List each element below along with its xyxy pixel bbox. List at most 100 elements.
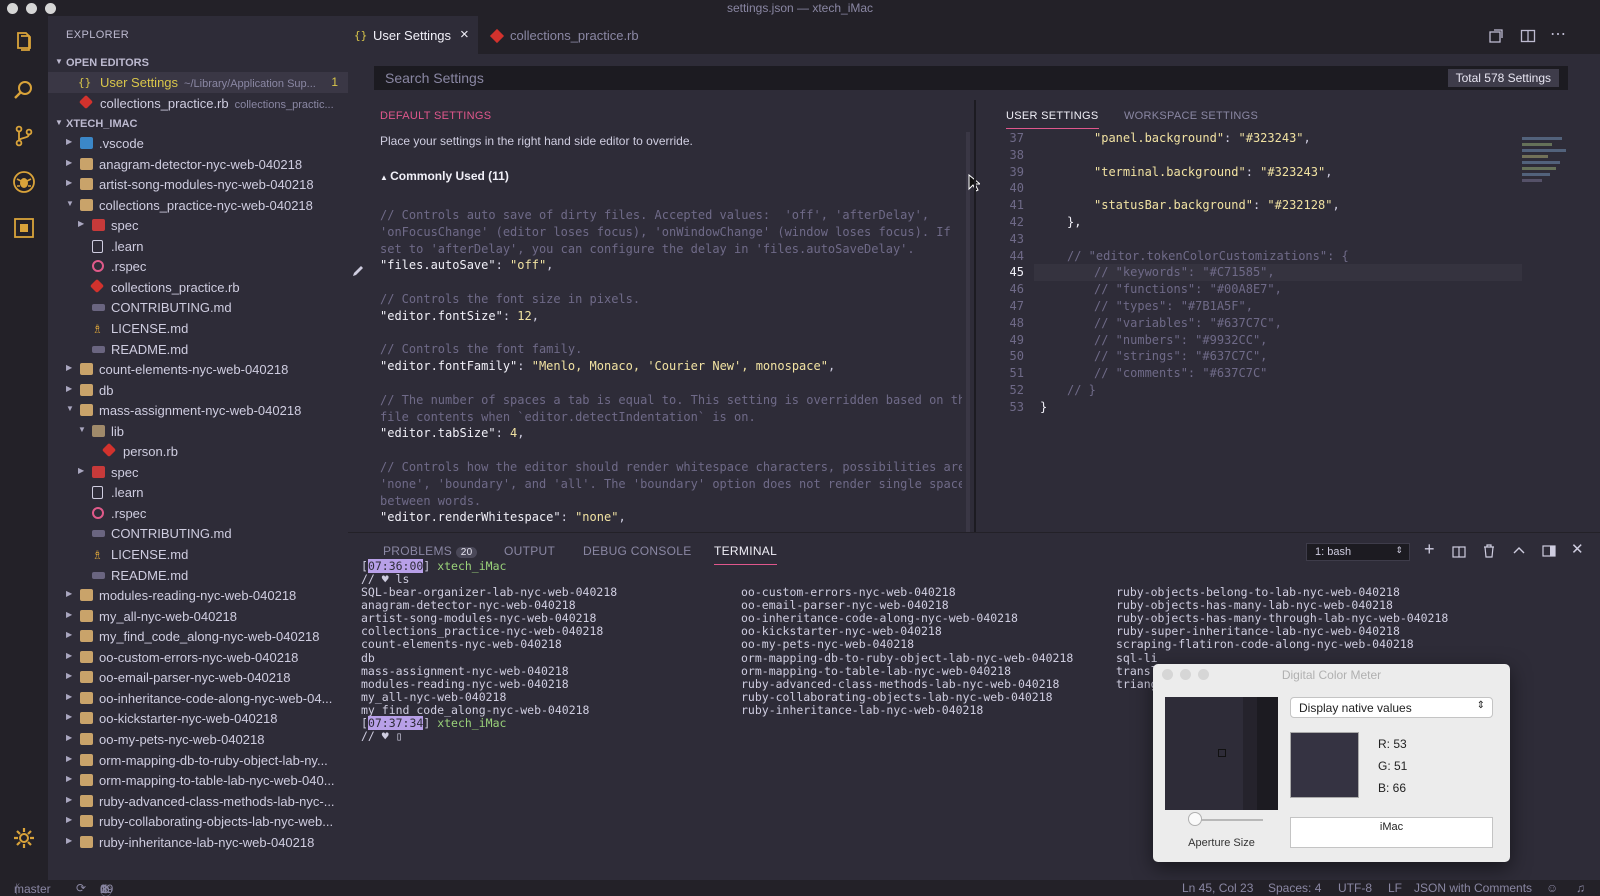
split-editor-icon[interactable] xyxy=(1520,28,1536,44)
folder-item[interactable]: ▶ modules-reading-nyc-web-040218 xyxy=(48,585,348,606)
minimap[interactable] xyxy=(1522,134,1572,230)
sync-icon[interactable]: ⟳ xyxy=(76,881,86,895)
tab-collections-practice[interactable]: collections_practice.rb xyxy=(478,16,648,54)
chevron-right-icon: ▶ xyxy=(78,219,85,229)
display-mode-select[interactable]: Display native values ⇕ xyxy=(1290,697,1493,718)
tab-output[interactable]: OUTPUT xyxy=(504,544,555,558)
encoding[interactable]: UTF-8 xyxy=(1338,881,1372,895)
open-preview-icon[interactable] xyxy=(1488,28,1504,44)
folder-item[interactable]: ▶ my_all-nyc-web-040218 xyxy=(48,606,348,627)
tab-terminal[interactable]: TERMINAL xyxy=(714,544,778,565)
folder-item[interactable]: ▶ spec xyxy=(48,215,348,236)
scrollbar[interactable] xyxy=(966,132,970,532)
feedback-smiley-icon[interactable]: ☺ xyxy=(1546,881,1558,895)
file-item[interactable]: README.md xyxy=(48,339,348,360)
folder-item[interactable]: ▶ artist-song-modules-nyc-web-040218 xyxy=(48,174,348,195)
aperture-slider-knob[interactable] xyxy=(1188,812,1202,826)
search-icon[interactable] xyxy=(12,78,36,102)
folder-item[interactable]: ▶ orm-mapping-to-table-lab-nyc-web-040... xyxy=(48,770,348,791)
folder-item[interactable]: ▼ mass-assignment-nyc-web-040218 xyxy=(48,400,348,421)
source-control-icon[interactable] xyxy=(12,124,36,148)
toggle-panel-position-icon[interactable] xyxy=(1542,544,1556,558)
split-terminal-icon[interactable] xyxy=(1452,545,1466,559)
folder-item[interactable]: ▶ anagram-detector-nyc-web-040218 xyxy=(48,154,348,175)
line-ending[interactable]: LF xyxy=(1388,881,1402,895)
folder-item[interactable]: ▶ my_find_code_along-nyc-web-040218 xyxy=(48,626,348,647)
new-terminal-icon[interactable]: + xyxy=(1424,539,1435,560)
folder-item[interactable]: ▶ ruby-advanced-class-methods-lab-nyc-... xyxy=(48,791,348,812)
file-item[interactable]: .learn xyxy=(48,236,348,257)
folder-item[interactable]: ▼ collections_practice-nyc-web-040218 xyxy=(48,195,348,216)
file-item[interactable]: ♗ LICENSE.md xyxy=(48,318,348,339)
default-settings-hint: Place your settings in the right hand si… xyxy=(380,134,693,148)
folder-icon xyxy=(80,691,93,704)
cursor-position[interactable]: Ln 45, Col 23 xyxy=(1182,881,1253,895)
open-editors-section[interactable]: ▼ OPEN EDITORS xyxy=(48,55,348,73)
file-item[interactable]: .rspec xyxy=(48,503,348,524)
line-number: 46 xyxy=(1009,282,1024,297)
folder-item[interactable]: ▶ ruby-collaborating-objects-lab-nyc-web.… xyxy=(48,811,348,832)
debug-icon[interactable] xyxy=(12,170,36,194)
bell-icon[interactable]: ♫ xyxy=(1576,881,1585,895)
status-bar: ᚴ master ⟳ ⊗ 0 ⚠ 1 ⓘ 19 Ln 45, Col 23 Sp… xyxy=(0,880,1600,896)
edit-pencil-icon[interactable] xyxy=(351,264,365,278)
more-actions-icon[interactable]: ⋯ xyxy=(1550,24,1566,44)
folder-icon xyxy=(80,383,93,396)
explorer-icon[interactable] xyxy=(12,30,36,54)
folder-item[interactable]: ▶ ruby-inheritance-lab-nyc-web-040218 xyxy=(48,832,348,853)
file-icon xyxy=(92,239,103,253)
file-item[interactable]: CONTRIBUTING.md xyxy=(48,523,348,544)
file-item[interactable]: README.md xyxy=(48,565,348,586)
folder-icon xyxy=(80,178,93,191)
line-number: 44 xyxy=(1009,248,1024,263)
folder-item[interactable]: ▶ oo-custom-errors-nyc-web-040218 xyxy=(48,647,348,668)
language-mode[interactable]: JSON with Comments xyxy=(1414,881,1532,895)
folder-item[interactable]: ▶ db xyxy=(48,380,348,401)
folder-item[interactable]: ▶ oo-my-pets-nyc-web-040218 xyxy=(48,729,348,750)
file-item[interactable]: collections_practice.rb xyxy=(48,277,348,298)
tab-problems[interactable]: PROBLEMS 20 xyxy=(383,544,478,558)
close-tab-button[interactable]: × xyxy=(460,26,469,43)
chevron-down-icon: ▼ xyxy=(66,404,74,414)
file-item[interactable]: ♗ LICENSE.md xyxy=(48,544,348,565)
chevron-up-icon[interactable] xyxy=(1512,544,1526,558)
file-item[interactable]: .rspec xyxy=(48,256,348,277)
aperture-slider[interactable] xyxy=(1193,819,1263,821)
open-editor-item[interactable]: {} User Settings ~/Library/Application Su… xyxy=(48,72,348,93)
folder-item[interactable]: ▶ oo-inheritance-code-along-nyc-web-04... xyxy=(48,688,348,709)
commonly-used-group[interactable]: ▲ Commonly Used (11) xyxy=(380,169,509,183)
folder-item[interactable]: ▶ oo-email-parser-nyc-web-040218 xyxy=(48,667,348,688)
folder-item[interactable]: ▶ count-elements-nyc-web-040218 xyxy=(48,359,348,380)
folder-item[interactable]: ▶ .vscode xyxy=(48,133,348,154)
indentation[interactable]: Spaces: 4 xyxy=(1268,881,1321,895)
trash-icon[interactable] xyxy=(1482,544,1496,558)
tab-workspace-settings-scope[interactable]: WORKSPACE SETTINGS xyxy=(1124,110,1258,122)
workspace-section[interactable]: ▼ XTECH_IMAC xyxy=(48,116,348,134)
terminal-line: ruby-objects-has-many-through-lab-nyc-we… xyxy=(1116,611,1449,626)
open-editor-item[interactable]: collections_practice.rb collections_pract… xyxy=(48,93,348,114)
close-panel-icon[interactable]: ✕ xyxy=(1571,540,1584,558)
folder-item[interactable]: ▼ lib xyxy=(48,421,348,442)
search-settings-input[interactable]: Search Settings Total 578 Settings xyxy=(374,66,1568,90)
tab-debug-console[interactable]: DEBUG CONSOLE xyxy=(583,544,692,558)
chevron-right-icon: ▶ xyxy=(66,609,73,619)
file-item[interactable]: .learn xyxy=(48,482,348,503)
gear-icon[interactable] xyxy=(12,826,36,850)
folder-item[interactable]: ▶ orm-mapping-db-to-ruby-object-lab-ny... xyxy=(48,750,348,771)
settings-count-badge: Total 578 Settings xyxy=(1447,69,1559,87)
folder-item[interactable]: ▶ spec xyxy=(48,462,348,483)
folder-icon xyxy=(80,753,93,766)
chevron-right-icon: ▶ xyxy=(66,589,73,599)
markdown-icon xyxy=(92,571,105,579)
folder-item[interactable]: ▶ oo-kickstarter-nyc-web-040218 xyxy=(48,708,348,729)
folder-icon xyxy=(80,363,93,376)
json-icon: {} xyxy=(354,29,368,42)
terminal-line: my_all-nyc-web-040218 xyxy=(361,689,507,704)
terminal-line: oo-email-parser-nyc-web-040218 xyxy=(741,598,949,613)
extensions-icon[interactable] xyxy=(12,216,36,240)
terminal-select[interactable]: 1: bash ⇕ xyxy=(1306,543,1410,561)
file-item[interactable]: person.rb xyxy=(48,441,348,462)
tab-user-settings-scope[interactable]: USER SETTINGS xyxy=(1006,110,1099,129)
file-item[interactable]: CONTRIBUTING.md xyxy=(48,297,348,318)
tab-user-settings[interactable]: {} User Settings × xyxy=(348,16,478,54)
